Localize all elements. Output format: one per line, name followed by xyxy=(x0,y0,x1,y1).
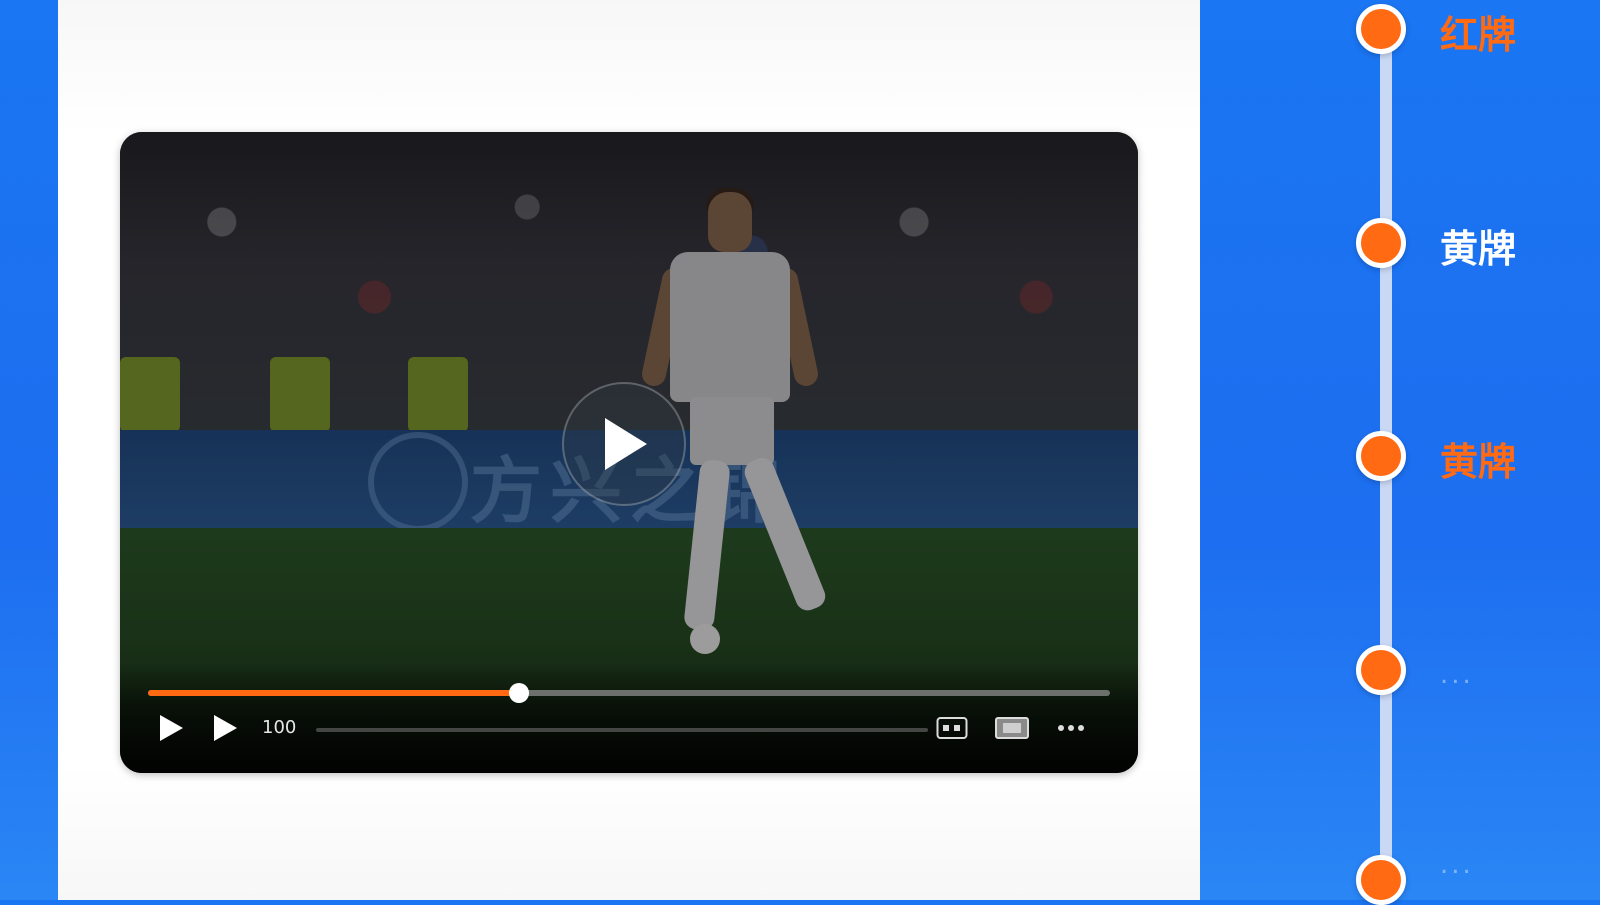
picture-in-picture-icon xyxy=(995,717,1029,739)
next-button[interactable] xyxy=(208,712,242,744)
subtitles-icon xyxy=(936,717,968,739)
more-button[interactable] xyxy=(1054,712,1088,744)
timeline-node[interactable] xyxy=(1356,218,1406,268)
timeline-node[interactable] xyxy=(1356,4,1406,54)
video-player[interactable]: 方兴之锦 100 xyxy=(120,132,1138,773)
play-icon xyxy=(605,418,647,470)
next-icon xyxy=(214,715,237,741)
play-icon xyxy=(160,715,183,741)
picture-in-picture-button[interactable] xyxy=(993,712,1031,744)
speed-label[interactable]: 100 xyxy=(262,717,296,738)
timeline-label-placeholder: ... xyxy=(1440,660,1474,690)
timeline-node[interactable] xyxy=(1356,431,1406,481)
center-play-button[interactable] xyxy=(562,382,686,506)
timeline-label-yellow-card-active[interactable]: 黄牌 xyxy=(1440,431,1516,486)
progress-bar[interactable] xyxy=(148,683,1110,703)
secondary-track xyxy=(316,728,928,732)
timeline-node[interactable] xyxy=(1356,645,1406,695)
more-icon xyxy=(1058,725,1084,731)
progress-played xyxy=(148,690,520,696)
timeline-label-yellow-card[interactable]: 黄牌 xyxy=(1440,218,1516,273)
subtitles-button[interactable] xyxy=(935,712,969,744)
timeline-label-red-card[interactable]: 红牌 xyxy=(1440,4,1516,59)
timeline-node[interactable] xyxy=(1356,855,1406,905)
timeline-label-placeholder: ... xyxy=(1440,850,1474,880)
play-button[interactable] xyxy=(154,712,188,744)
